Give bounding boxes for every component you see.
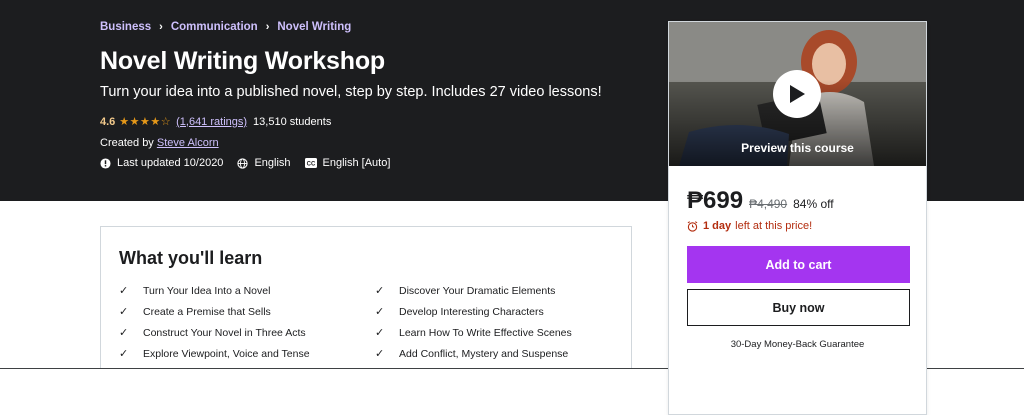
money-back-guarantee: 30-Day Money-Back Guarantee (730, 339, 865, 350)
checkmark-icon: ✓ (119, 285, 129, 297)
breadcrumb-item-novel-writing[interactable]: Novel Writing (277, 21, 351, 33)
last-updated: Last updated 10/2020 (100, 157, 223, 169)
learn-item: ✓ Create a Premise that Sells (119, 305, 271, 319)
checkmark-icon: ✓ (375, 306, 385, 318)
star-rating-icon: ★★★★☆ (119, 116, 172, 128)
rating-value: 4.6 (100, 115, 116, 128)
students-count: 13,510 students (253, 115, 332, 128)
rating-row: 4.6 ★★★★☆ (1,641 ratings) 13,510 student… (100, 115, 332, 129)
urgency-days: 1 day (703, 220, 732, 232)
learn-item: ✓ Develop Interesting Characters (375, 305, 544, 319)
original-price: ₱4,490 (749, 197, 788, 211)
play-button[interactable] (773, 70, 821, 118)
ratings-count-link[interactable]: (1,641 ratings) (176, 116, 247, 128)
discount-percent: 84% off (793, 197, 834, 211)
learn-item-text: Learn How To Write Effective Scenes (399, 326, 572, 339)
globe-icon (237, 157, 249, 169)
checkmark-icon: ✓ (119, 327, 129, 339)
learn-item: ✓ Discover Your Dramatic Elements (375, 284, 556, 298)
learn-item: ✓ Construct Your Novel in Three Acts (119, 326, 306, 340)
alarm-clock-icon (687, 220, 698, 232)
learn-item: ✓ Learn How To Write Effective Scenes (375, 326, 572, 340)
author-link[interactable]: Steve Alcorn (157, 137, 219, 149)
breadcrumb-item-business[interactable]: Business (100, 21, 151, 33)
play-icon (790, 85, 805, 103)
breadcrumb: Business › Communication › Novel Writing (100, 21, 351, 33)
learn-title: What you'll learn (119, 248, 263, 268)
alert-icon (100, 157, 111, 169)
svg-text:CC: CC (306, 162, 315, 168)
captions-text: English [Auto] (322, 157, 391, 169)
what-youll-learn-box: What you'll learn ✓ Turn Your Idea Into a… (100, 226, 632, 386)
learn-item: ✓ Explore Viewpoint, Voice and Tense (119, 347, 310, 361)
learn-item-text: Explore Viewpoint, Voice and Tense (143, 347, 310, 360)
learn-item-text: Discover Your Dramatic Elements (399, 284, 556, 297)
add-to-cart-button[interactable]: Add to cart (687, 246, 910, 283)
learn-item-text: Develop Interesting Characters (399, 305, 544, 318)
price-row: ₱699 ₱4,490 84% off (687, 187, 834, 215)
purchase-sidebar: Preview this course ₱699 ₱4,490 84% off … (668, 21, 927, 415)
last-updated-text: Last updated 10/2020 (117, 157, 224, 169)
learn-item-text: Add Conflict, Mystery and Suspense (399, 347, 569, 360)
created-by: Created by Steve Alcorn (100, 137, 219, 149)
course-title: Novel Writing Workshop (100, 47, 385, 75)
checkmark-icon: ✓ (375, 285, 385, 297)
checkmark-icon: ✓ (119, 348, 129, 360)
price-urgency: 1 day left at this price! (687, 220, 812, 232)
course-subtitle: Turn your idea into a published novel, s… (100, 84, 602, 100)
course-meta: Last updated 10/2020 English CC English … (100, 157, 404, 169)
urgency-text: left at this price! (735, 220, 813, 232)
closed-captions-icon: CC (304, 158, 317, 168)
language-text: English (254, 157, 291, 169)
learn-item-text: Construct Your Novel in Three Acts (143, 326, 306, 339)
checkmark-icon: ✓ (119, 306, 129, 318)
chevron-right-icon: › (159, 21, 163, 33)
learn-item-text: Turn Your Idea Into a Novel (143, 284, 271, 297)
checkmark-icon: ✓ (375, 327, 385, 339)
chevron-right-icon: › (265, 21, 270, 33)
current-price: ₱699 (687, 187, 744, 214)
language: English (237, 157, 291, 169)
preview-label: Preview this course (741, 141, 854, 155)
course-preview[interactable]: Preview this course (669, 22, 926, 166)
checkmark-icon: ✓ (375, 348, 385, 360)
buy-now-button[interactable]: Buy now (687, 289, 910, 326)
learn-item-text: Create a Premise that Sells (143, 305, 271, 318)
breadcrumb-item-communication[interactable]: Communication (171, 21, 258, 33)
learn-item: ✓ Add Conflict, Mystery and Suspense (375, 347, 569, 361)
created-by-label: Created by (100, 137, 154, 149)
captions: CC English [Auto] (304, 157, 391, 169)
learn-item: ✓ Turn Your Idea Into a Novel (119, 284, 271, 298)
